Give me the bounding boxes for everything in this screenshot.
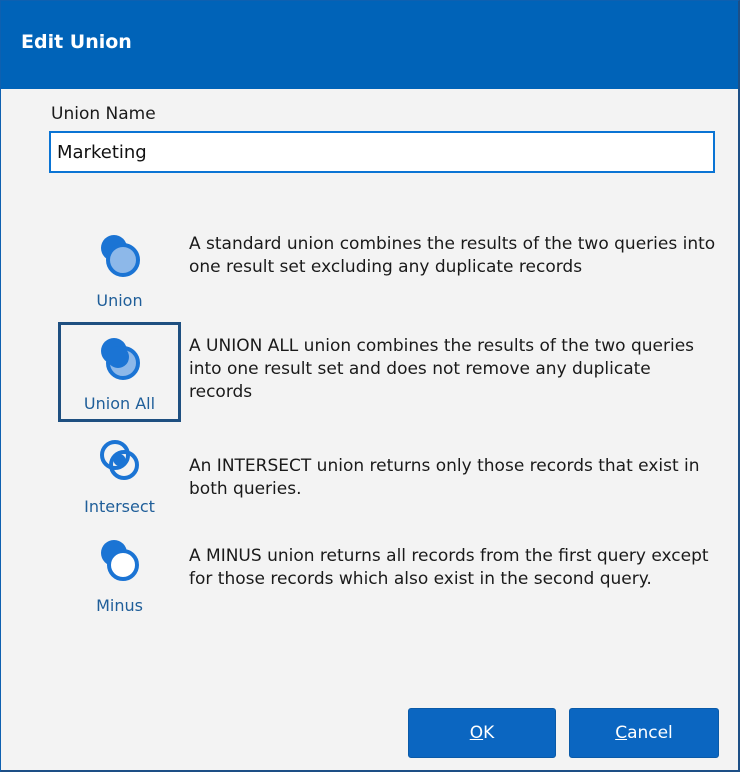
union-name-label: Union Name <box>51 104 156 124</box>
option-minus-label: Minus <box>96 596 143 615</box>
option-union-description: A standard union combines the results of… <box>189 234 716 277</box>
title-bar: Edit Union <box>1 1 738 89</box>
edit-union-dialog: Edit Union Union Name Union A standard u… <box>0 0 740 772</box>
window-title: Edit Union <box>21 31 132 53</box>
option-minus-description: A MINUS union returns all records from t… <box>189 546 709 589</box>
ok-accel: O <box>469 723 484 743</box>
option-minus[interactable]: Minus <box>58 524 181 624</box>
option-intersect-label: Intersect <box>84 497 155 516</box>
option-union[interactable]: Union <box>58 219 181 319</box>
union-icon <box>100 235 140 277</box>
intersect-icon <box>99 440 139 480</box>
ok-label-rest: K <box>483 723 495 743</box>
ok-button[interactable]: OK <box>408 708 556 758</box>
union-all-icon <box>100 338 140 380</box>
option-union-all[interactable]: Union All <box>58 322 181 422</box>
cancel-label-rest: ancel <box>627 723 673 743</box>
option-intersect-description: An INTERSECT union returns only those re… <box>189 456 700 499</box>
option-intersect[interactable]: Intersect <box>58 425 181 525</box>
cancel-accel: C <box>615 723 628 743</box>
cancel-button[interactable]: Cancel <box>569 708 719 758</box>
minus-icon <box>100 540 139 581</box>
union-name-input[interactable] <box>49 131 715 173</box>
option-union-all-label: Union All <box>83 394 156 413</box>
option-union-label: Union <box>96 291 143 310</box>
option-union-all-description: A UNION ALL union combines the results o… <box>189 336 695 402</box>
